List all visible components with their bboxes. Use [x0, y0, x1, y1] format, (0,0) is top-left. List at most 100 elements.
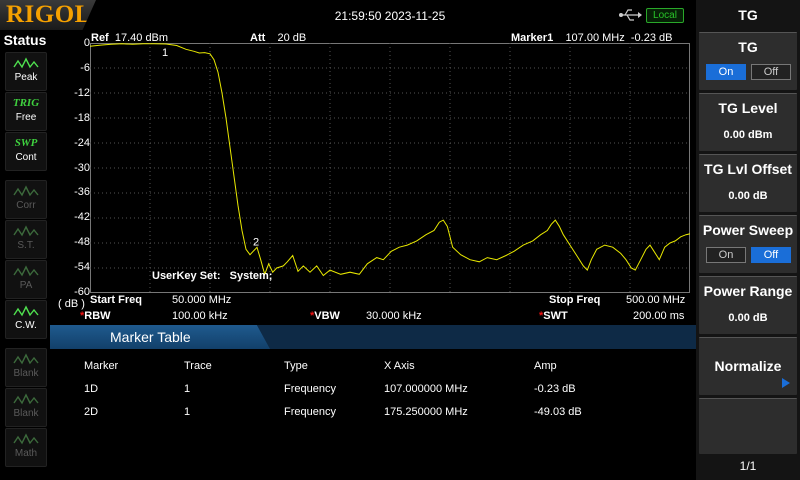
- table-cell: -0.23 dB: [534, 383, 576, 395]
- table-cell: 107.000000 MHz: [384, 383, 468, 395]
- tg-off-toggle[interactable]: Off: [751, 64, 791, 80]
- status-item-math[interactable]: Math: [5, 428, 47, 467]
- status-item-label: PA: [19, 280, 33, 291]
- status-item-blank[interactable]: Blank: [5, 348, 47, 387]
- rbw[interactable]: *RBW: [80, 310, 111, 322]
- y-tick-label: -24: [74, 136, 90, 149]
- vbw-value: 30.000 kHz: [366, 310, 422, 322]
- col-type: Type: [284, 360, 308, 372]
- marker-1-label: 1: [162, 47, 168, 59]
- power-range-softkey[interactable]: Power Range 0.00 dB: [699, 276, 797, 334]
- status-item-label: Math: [14, 448, 38, 459]
- tg-lvl-offset-label: TG Lvl Offset: [704, 161, 792, 177]
- tg-level-value: 0.00 dBm: [723, 129, 773, 141]
- y-tick-label: -60: [74, 286, 90, 298]
- y-tick-label: -42: [74, 211, 90, 224]
- y-tick-label: -48: [74, 236, 90, 249]
- tg-on-toggle[interactable]: On: [706, 64, 746, 80]
- table-cell: 2D: [84, 406, 99, 418]
- swt[interactable]: *SWT: [539, 310, 568, 322]
- y-tick-label: -18: [74, 111, 90, 124]
- status-item-corr[interactable]: Corr: [5, 180, 47, 219]
- table-cell: -49.03 dB: [534, 406, 582, 418]
- tg-softkey[interactable]: TG On Off: [699, 32, 797, 90]
- col-trace: Trace: [184, 360, 212, 372]
- status-item-cont[interactable]: SWP Cont: [5, 132, 47, 171]
- status-item-top-text: SWP: [14, 137, 38, 149]
- swt-label: SWT: [543, 310, 568, 322]
- status-item-label: Free: [15, 112, 37, 123]
- status-item-blank[interactable]: Blank: [5, 388, 47, 427]
- table-cell: 1D: [84, 383, 99, 395]
- power-sweep-on-toggle[interactable]: On: [706, 247, 746, 263]
- col-x-axis: X Axis: [384, 360, 415, 372]
- status-icon: [13, 305, 39, 317]
- spectrum-plot[interactable]: 12: [90, 43, 690, 293]
- normalize-label: Normalize: [714, 358, 782, 374]
- start-freq[interactable]: Start Freq: [90, 294, 142, 306]
- tg-level-label: TG Level: [718, 100, 778, 116]
- status-item-label: Peak: [14, 72, 38, 83]
- swt-value: 200.00 ms: [633, 310, 685, 322]
- page-indicator: 1/1: [739, 459, 757, 473]
- power-range-value: 0.00 dB: [728, 312, 768, 324]
- status-item-label: Corr: [16, 200, 36, 211]
- start-freq-label: Start Freq: [90, 294, 142, 306]
- tg-level-softkey[interactable]: TG Level 0.00 dBm: [699, 93, 797, 151]
- rbw-label: RBW: [84, 310, 111, 322]
- vbw-label: VBW: [314, 310, 340, 322]
- y-tick-label: -12: [74, 86, 90, 99]
- usb-icon: [619, 9, 642, 21]
- table-cell: Frequency: [284, 406, 336, 418]
- plot-grid: [90, 43, 690, 293]
- status-item-top-text: TRIG: [12, 97, 40, 109]
- vbw[interactable]: *VBW: [310, 310, 340, 322]
- userkey-overlay: UserKey Set: System;: [152, 270, 272, 282]
- start-freq-value: 50.000 MHz: [172, 294, 232, 306]
- normalize-softkey[interactable]: Normalize: [699, 337, 797, 395]
- status-icon: [13, 393, 39, 405]
- logo-text: RIGOL: [6, 1, 92, 28]
- tg-lvl-offset-value: 0.00 dB: [728, 190, 768, 202]
- userkey-label: UserKey Set:: [152, 270, 221, 282]
- table-cell: 1: [184, 406, 191, 418]
- datetime: 21:59:50 2023-11-25: [334, 9, 446, 23]
- stop-freq[interactable]: Stop Freq: [549, 294, 600, 306]
- status-icon: [13, 185, 39, 197]
- power-sweep-label: Power Sweep: [702, 222, 794, 238]
- status-item-pa[interactable]: PA: [5, 260, 47, 299]
- status-icon: [13, 225, 39, 237]
- col-amp: Amp: [534, 360, 557, 372]
- status-item-free[interactable]: TRIG Free: [5, 92, 47, 131]
- power-sweep-softkey[interactable]: Power Sweep On Off: [699, 215, 797, 273]
- empty-softkey[interactable]: [699, 398, 797, 454]
- status-icon: [13, 57, 39, 69]
- status-item-label: Cont: [15, 152, 37, 163]
- rigol-logo: RIGOL: [0, 0, 96, 30]
- table-cell: Frequency: [284, 383, 336, 395]
- y-tick-label: -30: [74, 161, 90, 174]
- power-sweep-off-toggle[interactable]: Off: [751, 247, 791, 263]
- status-icon: [13, 433, 39, 445]
- y-tick-label: -36: [74, 186, 90, 199]
- status-title: Status: [3, 32, 47, 48]
- marker-table-title: Marker Table: [110, 329, 191, 345]
- marker-2-label: 2: [253, 236, 259, 248]
- userkey-value: System;: [229, 270, 273, 282]
- table-cell: 175.250000 MHz: [384, 406, 468, 418]
- status-icon: [13, 265, 39, 277]
- tg-lvl-offset-softkey[interactable]: TG Lvl Offset 0.00 dB: [699, 154, 797, 212]
- status-item-label: S.T.: [17, 240, 35, 251]
- tg-label: TG: [738, 39, 758, 55]
- status-item-peak[interactable]: Peak: [5, 52, 47, 91]
- table-cell: 1: [184, 383, 191, 395]
- stop-freq-value: 500.00 MHz: [626, 294, 686, 306]
- status-item-st[interactable]: S.T.: [5, 220, 47, 259]
- status-item-cw[interactable]: C.W.: [5, 300, 47, 339]
- local-badge[interactable]: Local: [646, 8, 684, 23]
- rbw-value: 100.00 kHz: [172, 310, 228, 322]
- y-tick-label: -54: [74, 261, 90, 274]
- status-item-label: C.W.: [15, 320, 37, 331]
- submenu-arrow-icon: [782, 378, 790, 388]
- col-marker: Marker: [84, 360, 119, 372]
